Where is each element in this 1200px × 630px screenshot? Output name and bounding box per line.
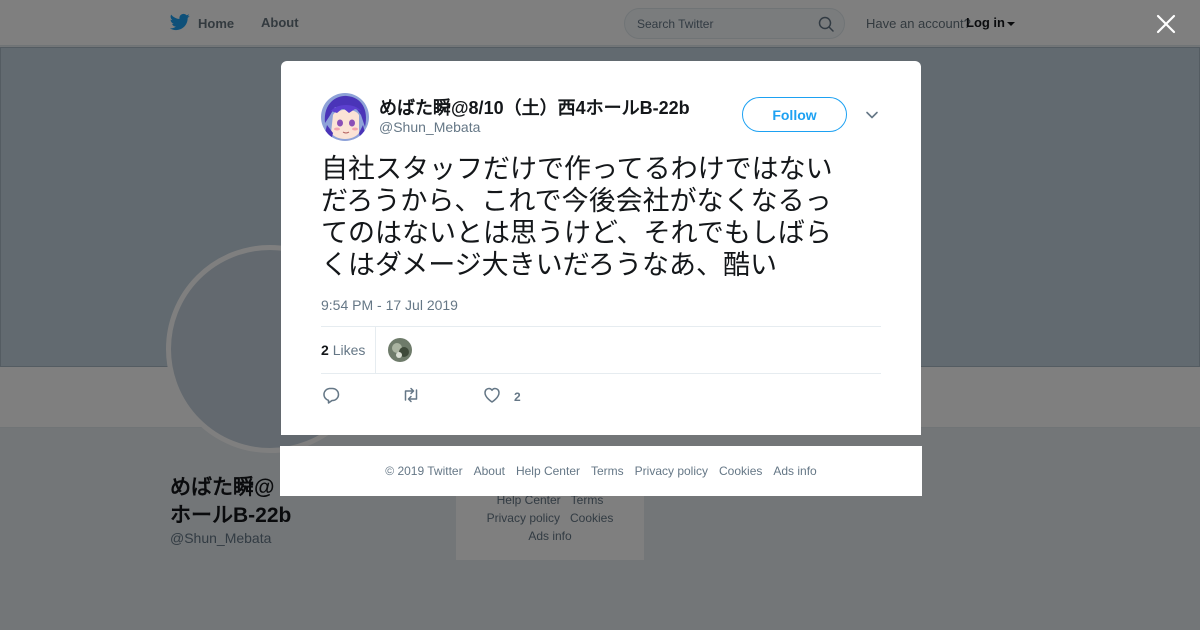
author-avatar[interactable] [321, 93, 369, 141]
retweet-icon [401, 385, 421, 408]
tweet-modal: めばた瞬@8/10（土）西4ホールB-22b @Shun_Mebata Foll… [281, 61, 921, 435]
tweet-text-line: てのはないとは思うけど、それでもしばら [321, 218, 832, 249]
footer-cookies-link[interactable]: Cookies [719, 464, 762, 478]
reply-button[interactable] [321, 385, 341, 408]
like-button[interactable]: 2 [482, 385, 521, 408]
footer-ads-info-link[interactable]: Ads info [773, 464, 816, 478]
footer-help-center-link[interactable]: Help Center [516, 464, 580, 478]
tweet-text-line: だろうから、これで今後会社がなくなるっ [321, 186, 832, 217]
modal-footer: © 2019 Twitter About Help Center Terms P… [280, 446, 922, 496]
likes-count-label: Likes [332, 342, 366, 358]
like-count: 2 [514, 389, 521, 404]
chevron-down-icon[interactable] [865, 108, 879, 122]
tweet-timestamp[interactable]: 9:54 PM - 17 Jul 2019 [321, 297, 458, 313]
tweet-text-line: 自社スタッフだけで作ってるわけではない [321, 154, 833, 185]
follow-button[interactable]: Follow [742, 97, 847, 132]
retweet-button[interactable] [401, 385, 421, 408]
footer-privacy-link[interactable]: Privacy policy [635, 464, 708, 478]
close-icon[interactable] [1155, 13, 1177, 35]
stats-divider [375, 327, 376, 374]
author-handle[interactable]: @Shun_Mebata [379, 119, 480, 135]
tweet-stats: 2 Likes [321, 326, 881, 374]
footer-terms-link[interactable]: Terms [591, 464, 624, 478]
tweet-text-line: くはダメージ大きいだろうなあ、酷い [321, 250, 778, 281]
likes-count-link[interactable]: 2 Likes [321, 342, 365, 358]
tweet-actions: 2 [321, 385, 881, 405]
footer-about-link[interactable]: About [474, 464, 505, 478]
reply-icon [321, 385, 341, 408]
liker-avatar[interactable] [388, 338, 412, 362]
heart-icon [482, 385, 502, 408]
footer-copyright: © 2019 Twitter [385, 464, 463, 478]
tweet-text: 自社スタッフだけで作ってるわけではない だろうから、これで今後会社がなくなるっ … [321, 154, 881, 282]
likes-count-value: 2 [321, 342, 329, 358]
author-name[interactable]: めばた瞬@8/10（土）西4ホールB-22b [379, 94, 690, 120]
